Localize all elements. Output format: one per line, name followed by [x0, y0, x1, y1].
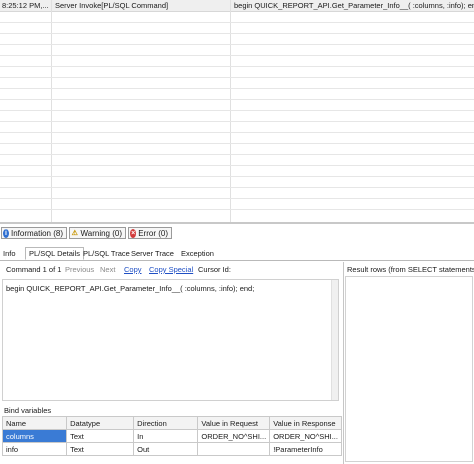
cell-value-in-response[interactable]: ORDER_NO^SHI...	[269, 429, 342, 443]
tab-info[interactable]: Info	[3, 249, 16, 259]
column-header-datatype[interactable]: Datatype	[66, 416, 135, 430]
log-text: begin QUICK_REPORT_API.Get_Parameter_Inf…	[234, 1, 474, 10]
table-header-row: Name Datatype Direction Value in Request…	[1, 416, 342, 430]
warning-icon: ⚠	[71, 230, 78, 237]
previous-button[interactable]: Previous	[65, 265, 94, 274]
bind-variables-table: Name Datatype Direction Value in Request…	[1, 416, 342, 456]
grid-line	[0, 143, 474, 144]
grid-line	[0, 110, 474, 111]
tab-server-trace[interactable]: Server Trace	[131, 249, 174, 259]
log-grid[interactable]: 8:25:12 PM,... Server Invoke[PL/SQL Comm…	[0, 0, 474, 222]
copy-special-link[interactable]: Copy Special	[149, 265, 193, 274]
cell-value-in-response[interactable]: !ParameterInfo	[269, 442, 342, 456]
error-icon: ×	[130, 228, 137, 238]
grid-line	[0, 176, 474, 177]
log-event: Server Invoke[PL/SQL Command]	[55, 1, 169, 10]
grid-line	[0, 55, 474, 56]
grid-line	[0, 88, 474, 89]
column-header-value-in-request[interactable]: Value in Request	[197, 416, 271, 430]
results-title: Result rows (from SELECT statements)	[347, 265, 474, 274]
results-grid[interactable]	[345, 276, 473, 462]
info-icon: i	[3, 228, 9, 238]
copy-link[interactable]: Copy	[124, 265, 142, 274]
cell-direction[interactable]: Out	[133, 442, 199, 456]
grid-line	[0, 165, 474, 166]
log-row[interactable]: 8:25:12 PM,... Server Invoke[PL/SQL Comm…	[0, 0, 474, 12]
error-tab[interactable]: × Error (0)	[128, 227, 172, 239]
cell-datatype[interactable]: Text	[66, 429, 135, 443]
cell-name[interactable]: info	[1, 442, 68, 456]
results-panel: Result rows (from SELECT statements)	[343, 262, 474, 464]
column-header-direction[interactable]: Direction	[133, 416, 199, 430]
sql-text: begin QUICK_REPORT_API.Get_Parameter_Inf…	[6, 284, 255, 293]
grid-line	[0, 187, 474, 188]
sql-editor[interactable]: begin QUICK_REPORT_API.Get_Parameter_Inf…	[2, 279, 339, 401]
error-tab-label: Error (0)	[138, 228, 168, 238]
next-button[interactable]: Next	[100, 265, 115, 274]
cell-value-in-request[interactable]	[197, 442, 271, 456]
column-header-name[interactable]: Name	[1, 416, 68, 430]
cell-name[interactable]: columns	[1, 429, 68, 443]
table-row[interactable]: columns Text In ORDER_NO^SHI... ORDER_NO…	[1, 429, 342, 443]
grid-line	[0, 198, 474, 199]
cell-value-in-request[interactable]: ORDER_NO^SHI...	[197, 429, 271, 443]
grid-line	[0, 77, 474, 78]
detail-tabs: Info PL/SQL Details PL/SQL Trace Server …	[0, 247, 474, 261]
tab-plsql-details[interactable]: PL/SQL Details	[25, 247, 84, 260]
grid-line	[0, 121, 474, 122]
cursor-id-label: Cursor Id:	[198, 265, 231, 274]
grid-line	[0, 99, 474, 100]
log-time: 8:25:12 PM,...	[2, 1, 49, 10]
command-counter: Command 1 of 1	[6, 265, 62, 274]
splitter[interactable]	[0, 222, 474, 224]
table-row[interactable]: info Text Out !ParameterInfo	[1, 442, 342, 456]
editor-scrollbar[interactable]	[331, 280, 338, 400]
grid-line	[0, 154, 474, 155]
warning-tab[interactable]: ⚠ Warning (0)	[69, 227, 126, 239]
grid-line	[0, 132, 474, 133]
tab-exception[interactable]: Exception	[181, 249, 214, 259]
information-tab-label: Information (8)	[10, 228, 63, 238]
grid-line	[0, 22, 474, 23]
column-header-value-in-response[interactable]: Value in Response	[269, 416, 342, 430]
cell-datatype[interactable]: Text	[66, 442, 135, 456]
warning-tab-label: Warning (0)	[80, 228, 123, 238]
grid-line	[0, 209, 474, 210]
cell-direction[interactable]: In	[133, 429, 199, 443]
bind-variables-title: Bind variables	[4, 406, 52, 415]
grid-line	[0, 33, 474, 34]
grid-line	[0, 44, 474, 45]
information-tab[interactable]: i Information (8)	[1, 227, 67, 239]
tab-plsql-trace[interactable]: PL/SQL Trace	[83, 249, 130, 259]
grid-line	[0, 66, 474, 67]
